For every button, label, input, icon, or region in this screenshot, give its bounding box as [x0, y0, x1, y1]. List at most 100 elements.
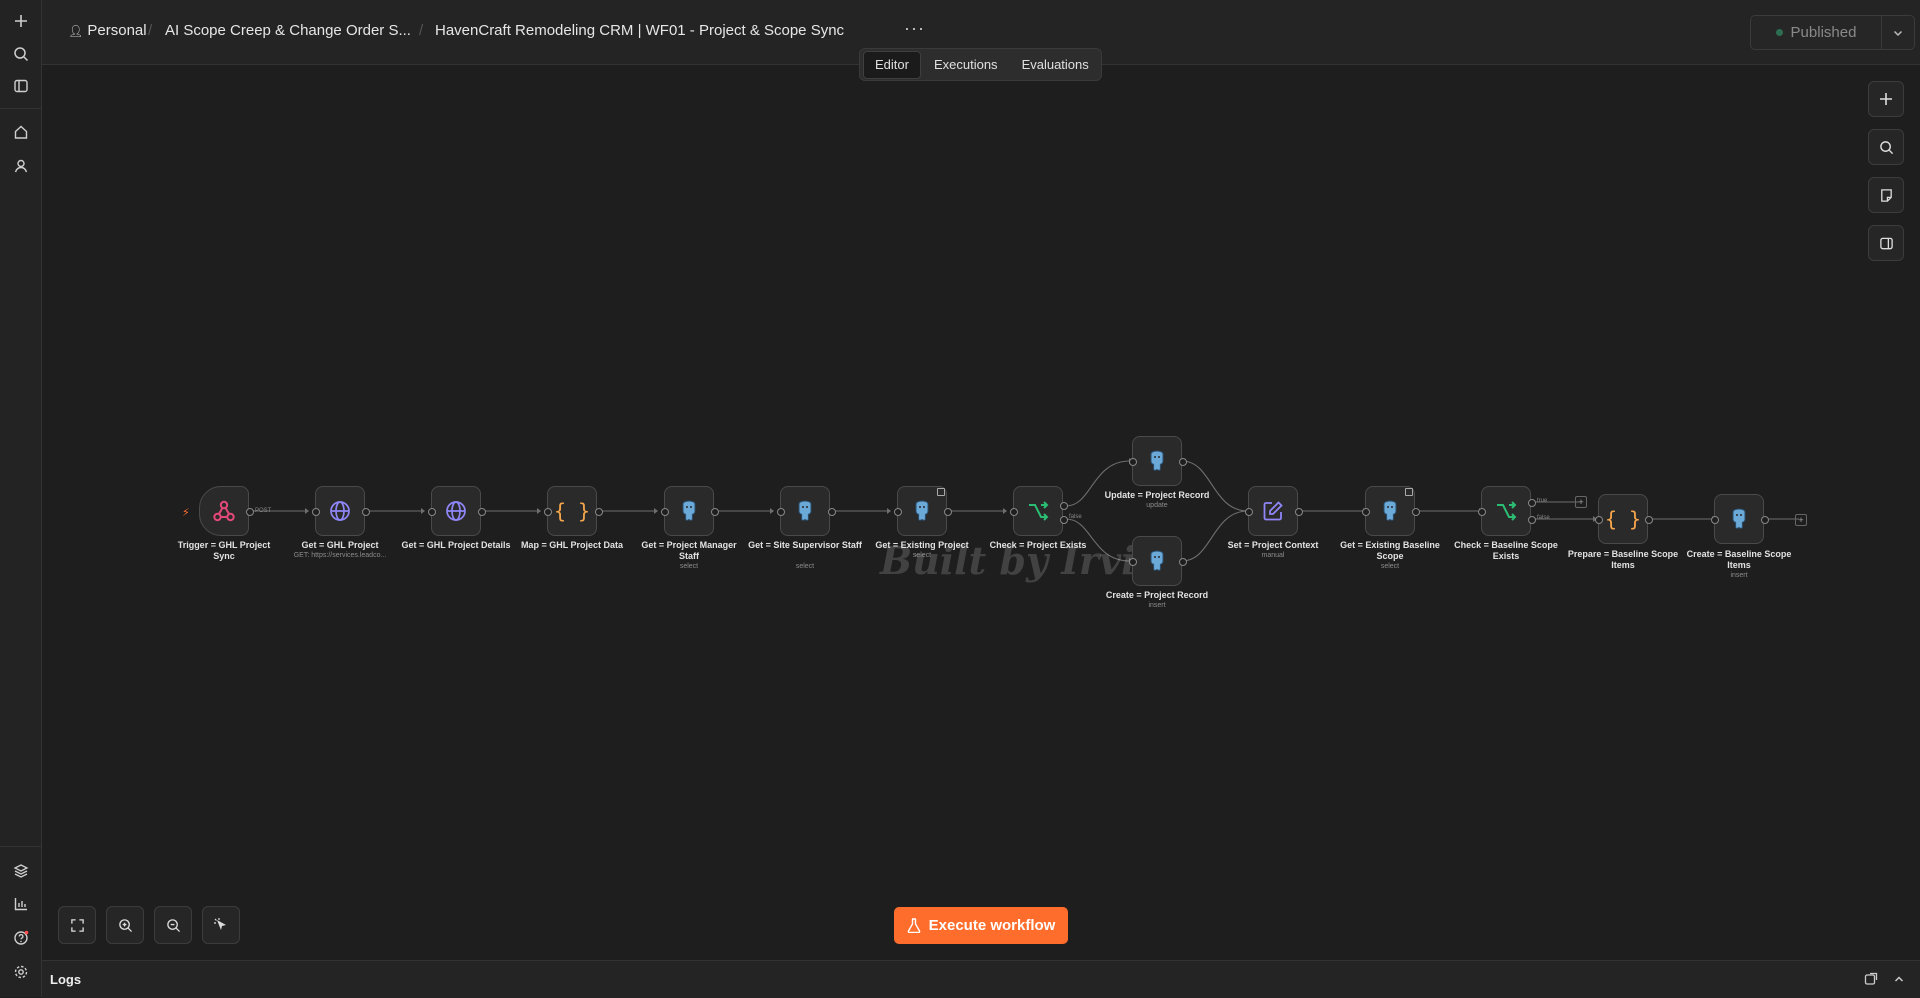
output-port-true[interactable]	[1528, 499, 1536, 507]
workflow-title[interactable]: HavenCraft Remodeling CRM | WF01 - Proje…	[435, 22, 844, 39]
input-port[interactable]	[312, 508, 320, 516]
add-icon[interactable]	[10, 10, 32, 32]
edge-label-false: false	[1069, 514, 1082, 520]
output-port[interactable]	[1179, 558, 1187, 566]
search-nodes-button[interactable]	[1868, 129, 1904, 165]
node-label: Set = Project Context	[1227, 540, 1319, 550]
workflow-canvas[interactable]: Built by Irvin ⚡︎ POST Trigger = GHL Pro…	[42, 65, 1920, 960]
node-label: Get = GHL Project	[301, 540, 379, 550]
zoom-in-button[interactable]	[106, 906, 144, 944]
output-port[interactable]	[944, 508, 952, 516]
logs-title: Logs	[50, 972, 82, 987]
breadcrumb-folder[interactable]: AI Scope Creep & Change Order S...	[165, 22, 411, 39]
add-node-icon[interactable]: +	[1795, 514, 1807, 526]
templates-icon[interactable]	[10, 860, 32, 882]
output-port[interactable]	[1761, 516, 1769, 524]
node-get-site-supervisor-staff[interactable]	[780, 486, 830, 536]
if-branch-icon	[1029, 501, 1049, 521]
node-set-project-context[interactable]	[1248, 486, 1298, 536]
output-port[interactable]	[478, 508, 486, 516]
postgres-icon	[1150, 550, 1164, 571]
node-map-ghl-project-data[interactable]: { }	[547, 486, 597, 536]
insights-icon[interactable]	[10, 893, 32, 915]
settings-icon[interactable]	[10, 961, 32, 983]
node-subtitle: insert	[1730, 572, 1748, 579]
node-subtitle: select	[912, 552, 932, 559]
panel-toggle-icon[interactable]	[10, 75, 32, 97]
output-port[interactable]	[711, 508, 719, 516]
input-port[interactable]	[1129, 458, 1137, 466]
left-sidebar	[0, 0, 42, 997]
execute-workflow-button[interactable]: Execute workflow	[894, 907, 1068, 944]
output-port-false[interactable]	[1528, 516, 1536, 524]
node-create-project-record[interactable]	[1132, 536, 1182, 586]
search-icon[interactable]	[10, 43, 32, 65]
node-create-baseline-scope-items[interactable]	[1714, 494, 1764, 544]
node-check-project-exists[interactable]	[1013, 486, 1063, 536]
input-port[interactable]	[661, 508, 669, 516]
postgres-icon	[1150, 450, 1164, 471]
edit-icon	[1263, 501, 1283, 521]
output-port[interactable]	[362, 508, 370, 516]
output-port-false[interactable]	[1060, 516, 1068, 524]
input-port[interactable]	[544, 508, 552, 516]
help-icon[interactable]	[10, 927, 32, 949]
more-options-icon[interactable]: ···	[904, 18, 925, 39]
input-port[interactable]	[1478, 508, 1486, 516]
breadcrumb-owner[interactable]: 👤︎ Personal	[68, 22, 147, 39]
postgres-icon	[798, 500, 812, 521]
tab-editor[interactable]: Editor	[863, 50, 921, 79]
output-port-true[interactable]	[1060, 502, 1068, 510]
tidy-up-button[interactable]	[202, 906, 240, 944]
add-node-button[interactable]	[1868, 81, 1904, 117]
node-get-project-manager-staff[interactable]	[664, 486, 714, 536]
output-port[interactable]	[1412, 508, 1420, 516]
tab-evaluations[interactable]: Evaluations	[1011, 52, 1100, 78]
globe-icon	[330, 501, 350, 521]
published-status-button[interactable]: Published	[1750, 15, 1882, 50]
node-subtitle: select	[795, 563, 815, 570]
output-port[interactable]	[1295, 508, 1303, 516]
node-get-ghl-project[interactable]	[315, 486, 365, 536]
node-label: Check = Baseline Scope Exists	[1454, 540, 1558, 561]
pin-icon	[1405, 488, 1413, 496]
breadcrumb-owner-label: Personal	[87, 22, 147, 39]
input-port[interactable]	[777, 508, 785, 516]
chevron-up-icon[interactable]	[1890, 970, 1908, 988]
input-port[interactable]	[1362, 508, 1370, 516]
output-port[interactable]	[595, 508, 603, 516]
node-trigger-ghl-project-sync[interactable]	[199, 486, 249, 536]
node-check-baseline-scope-exists[interactable]	[1481, 486, 1531, 536]
sticky-note-button[interactable]	[1868, 177, 1904, 213]
user-icon[interactable]	[10, 155, 32, 177]
chevron-down-icon[interactable]	[1882, 15, 1915, 50]
logs-panel[interactable]: Logs	[42, 960, 1920, 998]
add-node-icon[interactable]: +	[1575, 496, 1587, 508]
node-label: Update = Project Record	[1104, 490, 1210, 500]
input-port[interactable]	[1129, 558, 1137, 566]
output-port[interactable]	[828, 508, 836, 516]
toggle-panel-button[interactable]	[1868, 225, 1904, 261]
node-get-ghl-project-details[interactable]	[431, 486, 481, 536]
output-port[interactable]	[1179, 458, 1187, 466]
zoom-out-icon	[166, 918, 180, 932]
zoom-out-button[interactable]	[154, 906, 192, 944]
input-port[interactable]	[1010, 508, 1018, 516]
fit-view-button[interactable]	[58, 906, 96, 944]
output-port[interactable]	[246, 508, 254, 516]
home-icon[interactable]	[10, 121, 32, 143]
published-label: Published	[1790, 24, 1857, 41]
input-port[interactable]	[894, 508, 902, 516]
input-port[interactable]	[1245, 508, 1253, 516]
code-braces-icon: { }	[553, 499, 591, 523]
input-port[interactable]	[1711, 516, 1719, 524]
node-label: Create = Baseline Scope Items	[1686, 549, 1792, 570]
node-label: Get = Existing Baseline Scope	[1340, 540, 1440, 561]
popout-icon[interactable]	[1862, 970, 1880, 988]
node-prepare-baseline-scope-items[interactable]: { }	[1598, 494, 1648, 544]
input-port[interactable]	[1595, 516, 1603, 524]
tab-executions[interactable]: Executions	[923, 52, 1009, 78]
output-port[interactable]	[1645, 516, 1653, 524]
input-port[interactable]	[428, 508, 436, 516]
node-update-project-record[interactable]	[1132, 436, 1182, 486]
